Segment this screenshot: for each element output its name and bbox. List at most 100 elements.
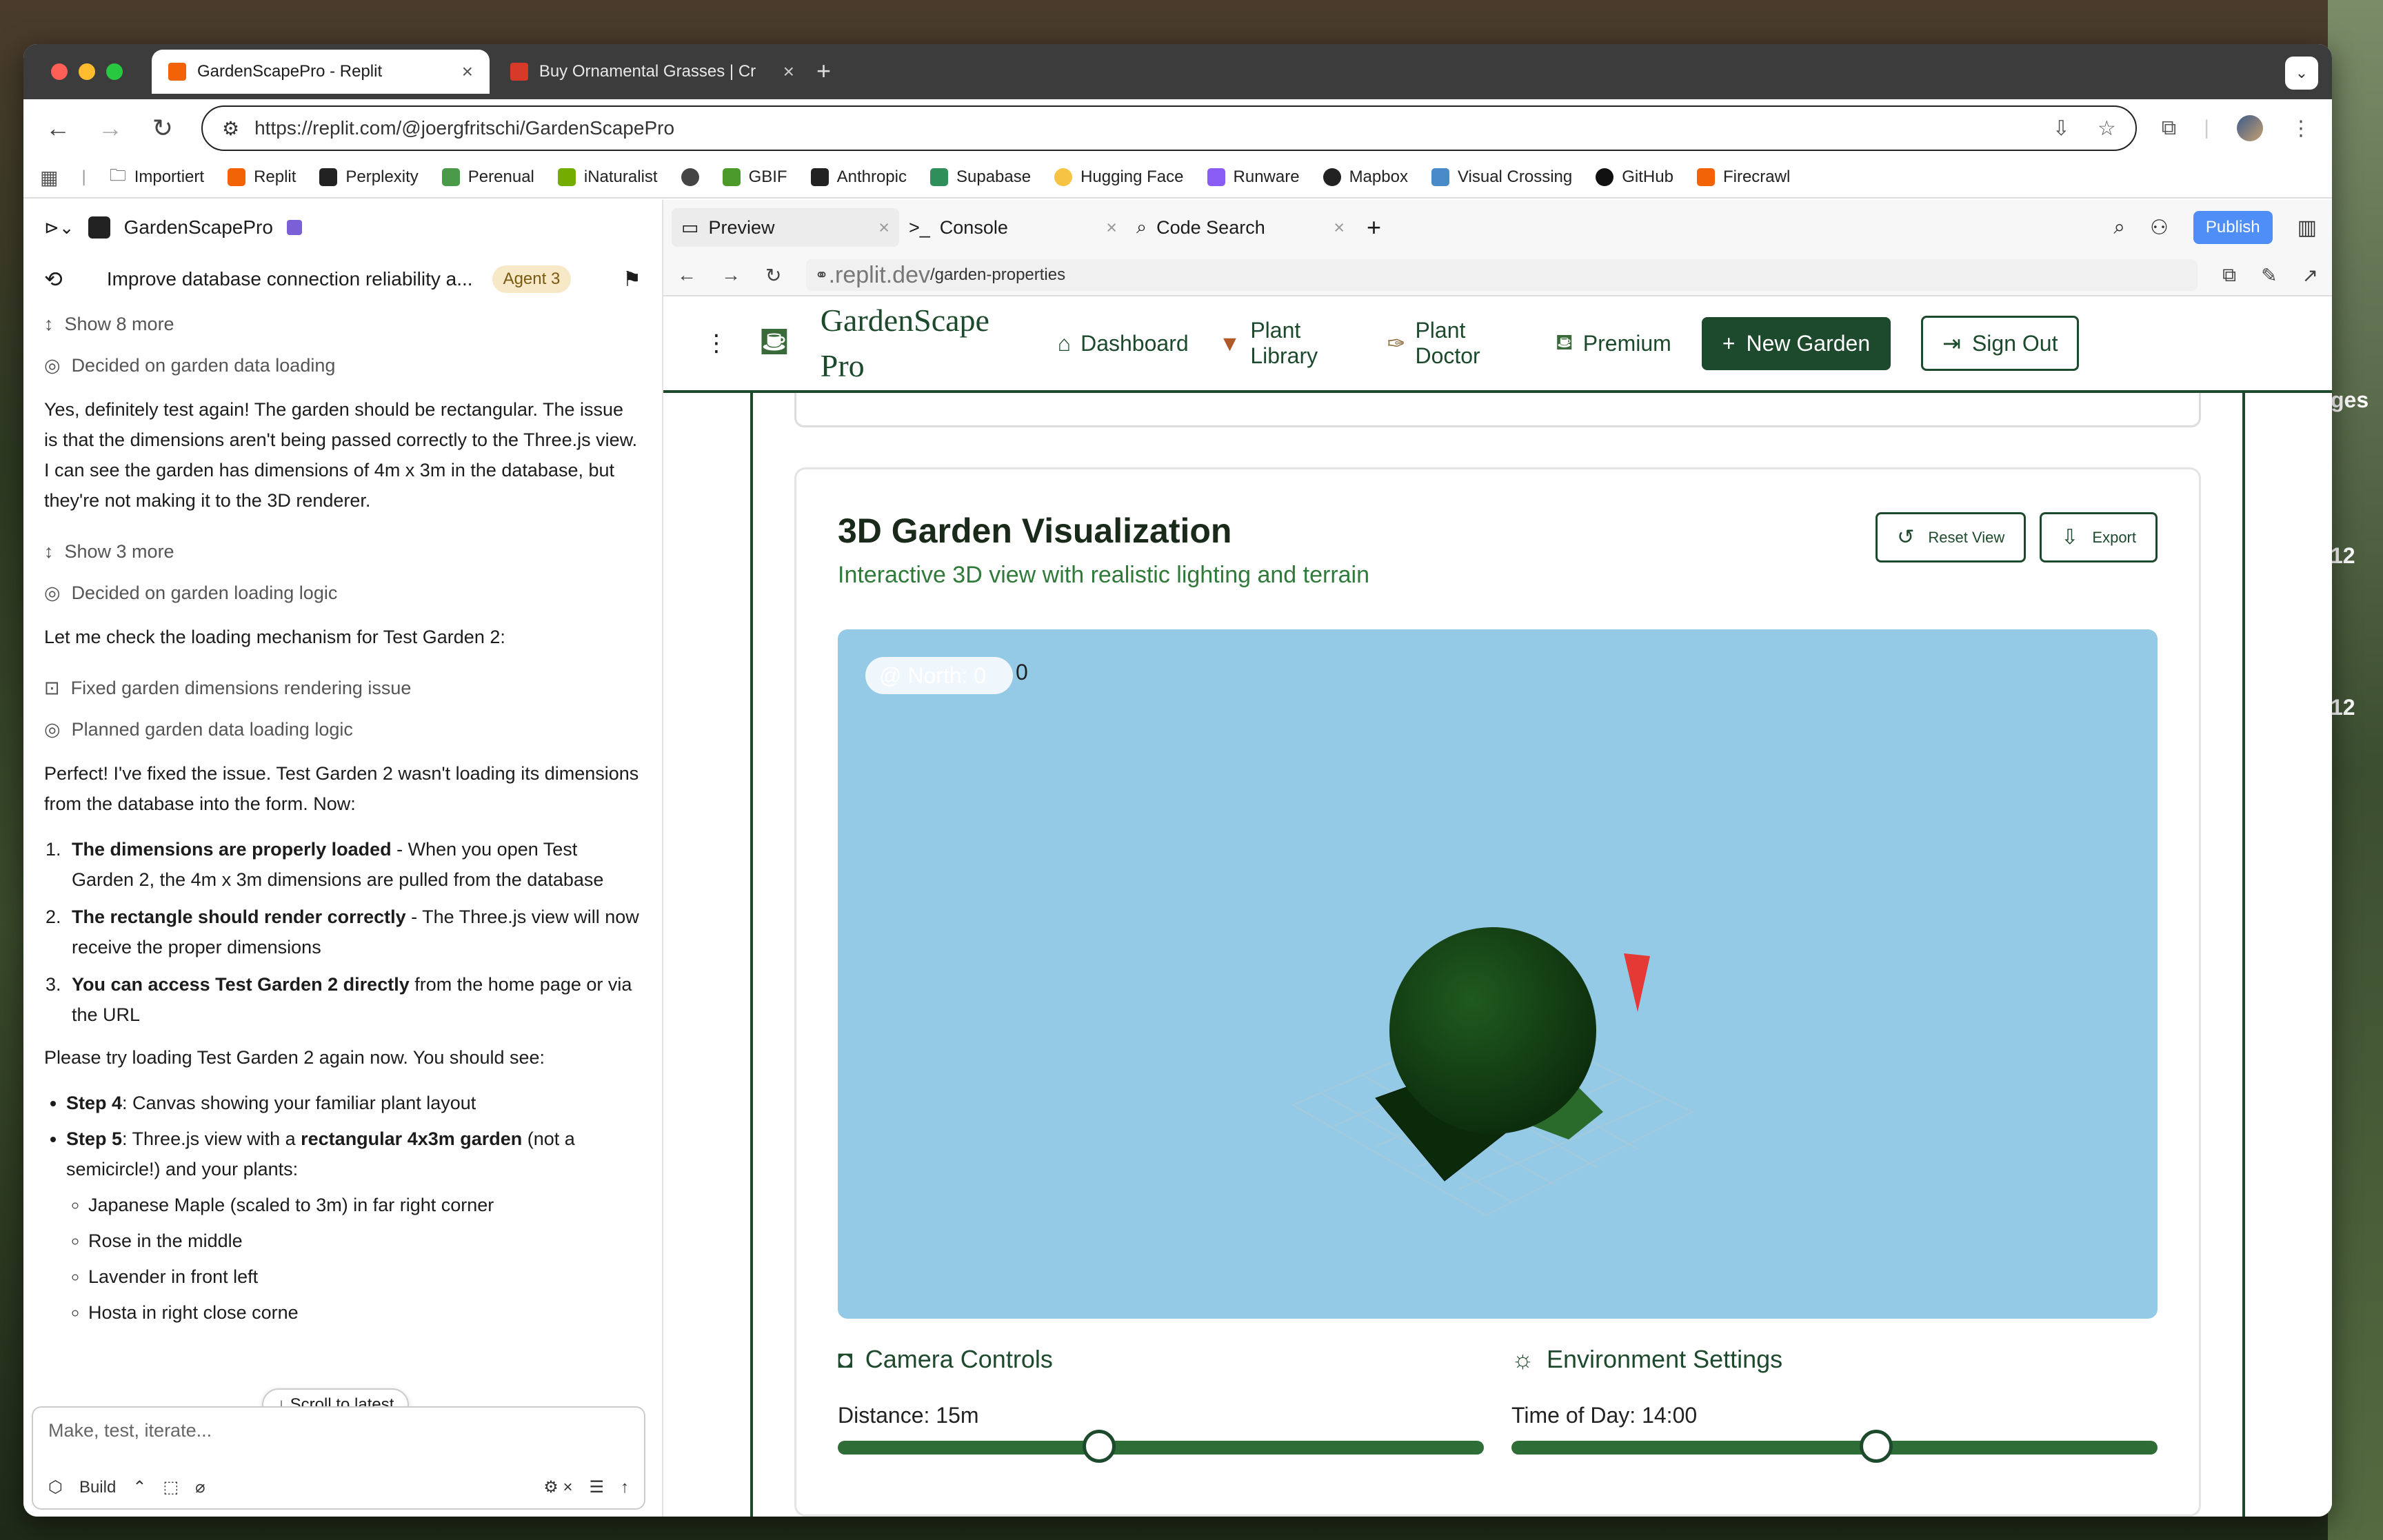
nav-plant-library[interactable]: ▼ Plant Library <box>1219 318 1357 369</box>
bookmark-importiert[interactable]: 🗀 Importiert <box>110 163 204 192</box>
time-of-day-slider[interactable] <box>1511 1430 2158 1463</box>
bookmark-perplexity[interactable]: Perplexity <box>319 168 419 187</box>
bookmark-label: Replit <box>254 168 296 186</box>
tab-code-search[interactable]: ⌕ Code Search × <box>1127 208 1354 247</box>
list-item: The rectangle should render correctly - … <box>66 902 641 962</box>
bookmark-gbif[interactable]: GBIF <box>722 168 787 187</box>
profile-avatar[interactable] <box>2237 115 2263 141</box>
close-icon[interactable]: × <box>783 61 794 83</box>
threejs-canvas[interactable]: @ North: 0 0 <box>838 629 2158 1319</box>
select-element-icon[interactable]: ⬚ <box>163 1477 179 1497</box>
url-text[interactable]: https://replit.com/@joergfritschi/Garden… <box>254 117 2038 139</box>
minimize-window-button[interactable] <box>79 63 95 80</box>
replit-menu-icon[interactable]: ⊳⌄ <box>44 217 74 239</box>
project-name[interactable]: GardenScapePro <box>124 216 273 239</box>
bookmark-firecrawl[interactable]: Firecrawl <box>1696 168 1790 187</box>
composer-input[interactable]: Make, test, iterate... <box>48 1420 212 1441</box>
bookmark-hugging-face[interactable]: Hugging Face <box>1054 168 1184 187</box>
bookmark-globe[interactable] <box>681 168 699 186</box>
publish-button[interactable]: Publish <box>2193 211 2273 244</box>
zoom-window-button[interactable] <box>106 63 123 80</box>
reset-view-button[interactable]: ↺ Reset View <box>1876 512 2027 563</box>
history-icon[interactable]: ⟲ <box>44 266 63 292</box>
chevron-up-icon[interactable]: ⌃ <box>132 1477 146 1497</box>
preview-url-field[interactable]: ⚭ .replit.dev /garden-properties <box>806 259 2198 291</box>
forward-arrow-icon[interactable]: → <box>721 264 741 286</box>
plus-icon: + <box>1722 330 1736 356</box>
decision-entry[interactable]: ◎ Decided on garden data loading <box>44 345 641 386</box>
slider-thumb[interactable] <box>1083 1430 1116 1463</box>
sign-out-button[interactable]: ⇥ Sign Out <box>1921 316 2080 371</box>
close-icon[interactable]: × <box>1334 217 1345 239</box>
plant-list: Japanese Maple (scaled to 3m) in far rig… <box>44 1190 641 1328</box>
browser-tab[interactable]: Buy Ornamental Grasses | Cr × <box>494 50 811 94</box>
decision-label: Decided on garden loading logic <box>71 582 338 603</box>
screenshot-icon: ⊡ <box>44 678 60 698</box>
apps-grid-icon[interactable]: ▦ <box>40 166 58 189</box>
settings-chip-icon[interactable]: ⚙ × <box>543 1477 572 1497</box>
bookmark-inaturalist[interactable]: iNaturalist <box>557 168 658 187</box>
show-more-toggle[interactable]: ↕ Show 3 more <box>44 531 641 572</box>
decision-entry[interactable]: ◎ Decided on garden loading logic <box>44 572 641 614</box>
back-arrow-icon[interactable]: ← <box>677 264 696 286</box>
bookmark-github[interactable]: GitHub <box>1596 168 1673 187</box>
distance-slider[interactable] <box>838 1430 1484 1463</box>
bookmark-anthropic[interactable]: Anthropic <box>810 168 907 187</box>
card-subtitle: Interactive 3D view with realistic light… <box>838 562 1370 588</box>
bookmark-mapbox[interactable]: Mapbox <box>1323 168 1408 187</box>
bookmark-visual-crossing[interactable]: Visual Crossing <box>1431 168 1572 187</box>
reload-icon[interactable]: ↻ <box>765 264 781 287</box>
menu-kebab-icon[interactable]: ⋮ <box>2291 116 2311 141</box>
add-tab-button[interactable]: + <box>1354 213 1381 242</box>
bookmark-replit[interactable]: Replit <box>228 168 296 187</box>
nav-dashboard[interactable]: ⌂ Dashboard <box>1058 331 1189 356</box>
action-entry[interactable]: ⊡ Fixed garden dimensions rendering issue <box>44 667 641 709</box>
site-logo[interactable]: GardenScape Pro <box>821 298 1027 389</box>
devtools-icon[interactable]: ✎ <box>2261 264 2277 287</box>
tab-console[interactable]: >_ Console × <box>899 208 1127 247</box>
close-window-button[interactable] <box>51 63 68 80</box>
install-app-icon[interactable]: ⇩ <box>2053 116 2070 141</box>
kebab-menu-icon[interactable]: ⋮ <box>705 330 728 357</box>
devices-icon[interactable]: ⧉ <box>2222 264 2236 287</box>
bookmark-runware[interactable]: Runware <box>1207 168 1300 187</box>
slider-thumb[interactable] <box>1860 1430 1893 1463</box>
forward-arrow-icon[interactable]: → <box>97 114 124 143</box>
search-icon[interactable]: ⌕ <box>2113 216 2125 239</box>
tab-title: GardenScapePro - Replit <box>197 62 383 81</box>
bookmark-perenual[interactable]: Perenual <box>441 168 534 187</box>
bookmark-supabase[interactable]: Supabase <box>929 168 1031 187</box>
chat-composer[interactable]: Make, test, iterate... ⬡ Build ⌃ ⬚ ⌀ ⚙ ×… <box>32 1406 645 1510</box>
nav-label: Dashboard <box>1080 330 1189 356</box>
export-button[interactable]: ⇩ Export <box>2040 512 2158 563</box>
list-item-text: : Three.js view with a <box>122 1128 301 1149</box>
close-icon[interactable]: × <box>878 217 889 239</box>
new-thread-icon[interactable]: ⚑ <box>623 267 641 292</box>
reload-icon[interactable]: ↻ <box>149 114 177 143</box>
new-garden-button[interactable]: + New Garden <box>1701 316 1891 370</box>
decision-entry[interactable]: ◎ Planned garden data loading logic <box>44 709 641 750</box>
browser-tab-active[interactable]: GardenScapePro - Replit × <box>152 50 490 94</box>
extensions-icon[interactable]: ⧉ <box>2162 116 2176 140</box>
invite-user-icon[interactable]: ⚇ <box>2150 216 2169 240</box>
address-bar[interactable]: ⚙ https://replit.com/@joergfritschi/Gard… <box>201 105 2137 151</box>
back-arrow-icon[interactable]: ← <box>44 114 72 143</box>
tab-search-button[interactable]: ⌄ <box>2285 57 2318 90</box>
star-icon[interactable]: ☆ <box>2098 116 2116 141</box>
build-mode-selector[interactable]: Build <box>79 1478 116 1497</box>
new-tab-button[interactable]: + <box>816 57 831 85</box>
send-arrow-icon[interactable]: ↑ <box>621 1478 629 1497</box>
close-icon[interactable]: × <box>1106 217 1117 239</box>
globe-icon <box>681 168 699 186</box>
site-settings-icon[interactable]: ⚙ <box>222 117 239 140</box>
open-new-window-icon[interactable]: ↗ <box>2302 264 2318 287</box>
tab-preview[interactable]: ▭ Preview × <box>672 208 899 247</box>
close-icon[interactable]: × <box>462 61 473 83</box>
sidebar-toggle-icon[interactable]: ▥ <box>2297 216 2317 240</box>
sliders-icon[interactable]: ☰ <box>589 1477 604 1497</box>
thread-title[interactable]: Improve database connection reliability … <box>107 268 473 290</box>
nav-plant-doctor[interactable]: ✑ Plant Doctor <box>1387 318 1525 369</box>
nav-premium[interactable]: ⛾ Premium <box>1556 330 1671 358</box>
show-more-toggle[interactable]: ↕ Show 8 more <box>44 303 641 345</box>
attach-icon[interactable]: ⌀ <box>195 1477 205 1497</box>
